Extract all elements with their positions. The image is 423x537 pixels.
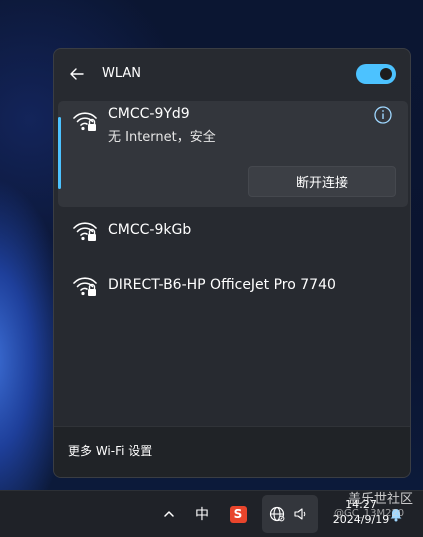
wlan-flyout: WLAN CMCC-9Yd9 无 Internet，安全 断开连接 CMCC-9…	[53, 48, 411, 478]
connected-network[interactable]: CMCC-9Yd9 无 Internet，安全 断开连接	[58, 101, 408, 207]
network-list-item[interactable]: CMCC-9kGb	[58, 209, 408, 255]
network-ssid: DIRECT-B6-HP OfficeJet Pro 7740	[108, 277, 336, 293]
show-hidden-icons-chevron-icon[interactable]	[158, 497, 180, 531]
selected-indicator	[58, 117, 61, 189]
wifi-toggle[interactable]	[356, 64, 396, 84]
sogou-ime-icon[interactable]: S	[226, 497, 250, 531]
globe-icon	[269, 506, 285, 522]
sogou-ime-badge: S	[229, 505, 247, 523]
ime-mode-indicator[interactable]: 中	[190, 497, 214, 531]
network-ssid: CMCC-9kGb	[108, 222, 192, 238]
network-ssid: CMCC-9Yd9	[108, 106, 190, 122]
disconnect-button[interactable]: 断开连接	[248, 166, 396, 197]
network-volume-button[interactable]	[262, 495, 318, 533]
page-title: WLAN	[102, 66, 142, 81]
wifi-secured-icon	[73, 277, 97, 296]
watermark: 盖乐世社区	[348, 492, 414, 507]
wifi-secured-icon	[73, 222, 97, 241]
flyout-footer: 更多 Wi-Fi 设置	[54, 426, 410, 477]
wlan-header: WLAN	[54, 49, 410, 99]
toggle-knob	[380, 68, 392, 80]
speaker-icon	[294, 508, 306, 520]
wifi-secured-icon	[73, 112, 97, 131]
watermark-handle: @GC_13M220	[334, 508, 405, 519]
network-list-item[interactable]: DIRECT-B6-HP OfficeJet Pro 7740	[58, 264, 408, 310]
network-status: 无 Internet，安全	[108, 130, 216, 145]
info-icon[interactable]	[373, 105, 393, 125]
more-wifi-settings-link[interactable]: 更多 Wi-Fi 设置	[68, 442, 152, 459]
back-arrow-icon[interactable]	[66, 63, 88, 85]
